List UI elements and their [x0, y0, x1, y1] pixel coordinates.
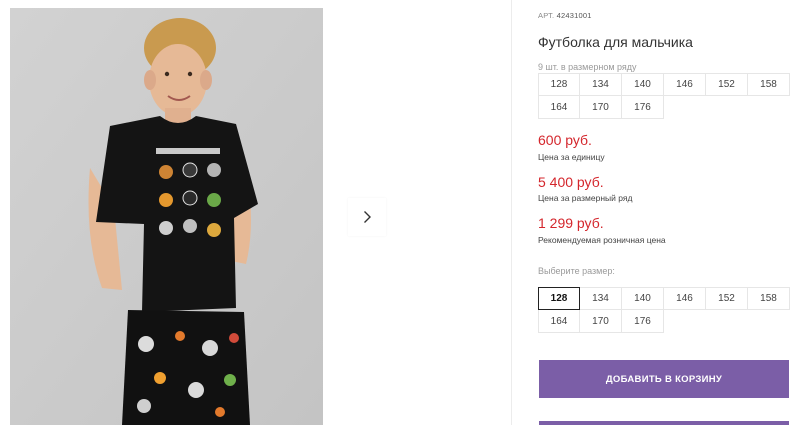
size-range-cell: 134 — [580, 73, 622, 96]
size-count: 9 шт. в размерном ряду — [538, 62, 637, 72]
size-option-selected[interactable]: 128 — [538, 287, 580, 310]
unit-price: 600 руб. — [538, 132, 592, 148]
size-option[interactable]: 176 — [622, 310, 664, 333]
size-option[interactable]: 158 — [748, 287, 790, 310]
size-range-cell: 128 — [538, 73, 580, 96]
size-range-table: 128 134 140 146 152 158 164 170 176 — [538, 73, 790, 119]
size-option[interactable]: 152 — [706, 287, 748, 310]
size-range-cell: 140 — [622, 73, 664, 96]
product-gallery — [0, 0, 512, 425]
product-title: Футболка для мальчика — [538, 34, 693, 50]
range-price: 5 400 руб. — [538, 174, 604, 190]
product-photo — [10, 8, 323, 425]
retail-price: 1 299 руб. — [538, 215, 604, 231]
size-selector: 128 134 140 146 152 158 164 170 176 — [538, 287, 790, 333]
secondary-button-edge[interactable] — [539, 421, 789, 425]
size-range-cell: 170 — [580, 96, 622, 119]
unit-price-label: Цена за единицу — [538, 152, 605, 162]
size-option[interactable]: 134 — [580, 287, 622, 310]
divider — [511, 0, 512, 425]
chevron-right-icon — [364, 211, 371, 223]
retail-price-label: Рекомендуемая розничная цена — [538, 235, 666, 245]
sku: АРТ. 42431001 — [538, 11, 592, 20]
size-range-cell: 158 — [748, 73, 790, 96]
boy-in-black-tshirt-photo — [10, 8, 323, 425]
size-range-cell: 146 — [664, 73, 706, 96]
range-price-label: Цена за размерный ряд — [538, 193, 633, 203]
size-option[interactable]: 140 — [622, 287, 664, 310]
sku-value: 42431001 — [556, 11, 592, 20]
add-to-cart-button[interactable]: ДОБАВИТЬ В КОРЗИНУ — [539, 360, 789, 398]
size-range-cell: 152 — [706, 73, 748, 96]
choose-size-label: Выберите размер: — [538, 266, 615, 276]
size-option[interactable]: 164 — [538, 310, 580, 333]
size-option[interactable]: 170 — [580, 310, 622, 333]
sku-label: АРТ. — [538, 11, 555, 20]
gallery-next-button[interactable] — [348, 198, 386, 236]
size-option[interactable]: 146 — [664, 287, 706, 310]
size-range-cell: 176 — [622, 96, 664, 119]
size-range-cell: 164 — [538, 96, 580, 119]
